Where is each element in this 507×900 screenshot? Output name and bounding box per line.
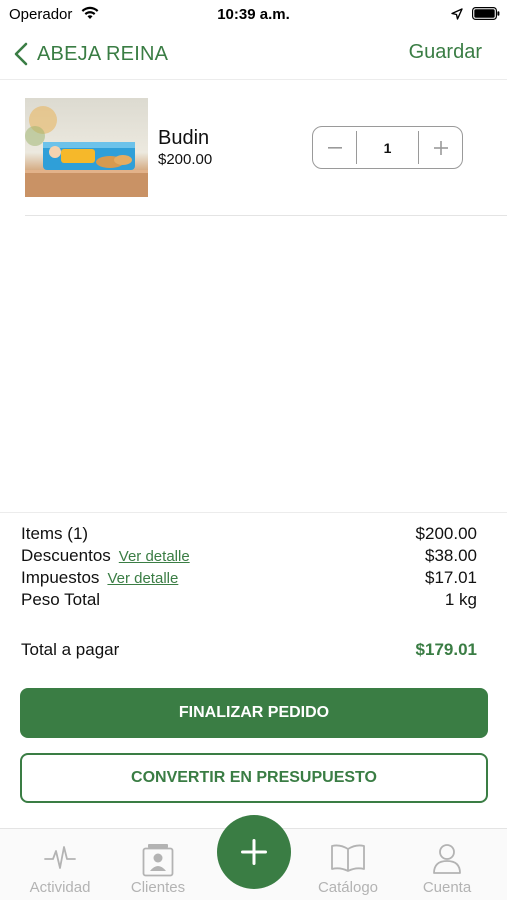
taxes-row: Impuestos Ver detalle $17.01	[21, 568, 477, 590]
discounts-label: Descuentos	[21, 546, 111, 565]
items-label: Items (1)	[21, 524, 89, 543]
tab-account-label: Cuenta	[422, 879, 472, 896]
taxes-label: Impuestos	[21, 568, 100, 587]
product-name: Budin	[158, 127, 210, 149]
quantity-stepper: 1	[312, 126, 463, 169]
items-value: $200.00	[415, 524, 477, 543]
discounts-label-group: Descuentos Ver detalle	[21, 546, 190, 566]
tab-activity-label: Actividad	[29, 879, 91, 896]
chevron-left-icon	[14, 42, 28, 66]
weight-value: 1 kg	[444, 590, 477, 609]
tab-activity[interactable]: Actividad	[10, 829, 110, 900]
save-button[interactable]: Guardar	[409, 41, 482, 64]
quantity-value[interactable]: 1	[357, 127, 418, 168]
discounts-row: Descuentos Ver detalle $38.00	[21, 546, 477, 568]
plus-icon	[433, 140, 448, 155]
minus-icon	[327, 146, 342, 149]
taxes-label-group: Impuestos Ver detalle	[21, 568, 178, 588]
weight-label: Peso Total	[21, 590, 101, 609]
discounts-value: $38.00	[425, 546, 477, 565]
back-button[interactable]: ABEJA REINA	[14, 39, 168, 69]
catalog-icon	[298, 843, 398, 873]
increment-button[interactable]	[418, 131, 462, 164]
total-value: $179.01	[415, 640, 477, 659]
status-time: 10:39 a.m.	[217, 6, 290, 23]
total-label: Total a pagar	[21, 640, 120, 659]
tab-catalog-label: Catálogo	[317, 879, 379, 896]
product-price: $200.00	[158, 151, 213, 168]
clients-icon	[108, 843, 208, 877]
tab-catalog[interactable]: Catálogo	[298, 829, 398, 900]
navigation-bar: ABEJA REINA Guardar	[0, 30, 507, 80]
finalize-order-button[interactable]: FINALIZAR PEDIDO	[20, 688, 488, 738]
tab-clients[interactable]: Clientes	[108, 829, 208, 900]
weight-row: Peso Total 1 kg	[21, 590, 477, 612]
list-item[interactable]: Budin $200.00 1	[25, 80, 507, 216]
decrement-button[interactable]	[313, 131, 357, 164]
order-summary: Items (1) $200.00 Descuentos Ver detalle …	[0, 512, 507, 659]
taxes-detail-link[interactable]: Ver detalle	[107, 570, 178, 587]
taxes-value: $17.01	[425, 568, 477, 587]
total-row: Total a pagar $179.01	[21, 640, 477, 662]
account-icon	[397, 843, 497, 875]
tab-account[interactable]: Cuenta	[397, 829, 497, 900]
status-bar: Operador 10:39 a.m.	[0, 0, 507, 30]
page-title: ABEJA REINA	[37, 42, 169, 65]
discounts-detail-link[interactable]: Ver detalle	[119, 548, 190, 565]
location-arrow-icon	[451, 7, 463, 25]
battery-icon	[472, 7, 500, 25]
plus-icon	[241, 839, 267, 865]
add-button[interactable]	[217, 815, 291, 889]
product-image	[25, 98, 148, 197]
tab-clients-label: Clientes	[130, 879, 186, 896]
items-row: Items (1) $200.00	[21, 524, 477, 546]
convert-to-quote-button[interactable]: CONVERTIR EN PRESUPUESTO	[20, 753, 488, 803]
activity-icon	[10, 843, 110, 873]
